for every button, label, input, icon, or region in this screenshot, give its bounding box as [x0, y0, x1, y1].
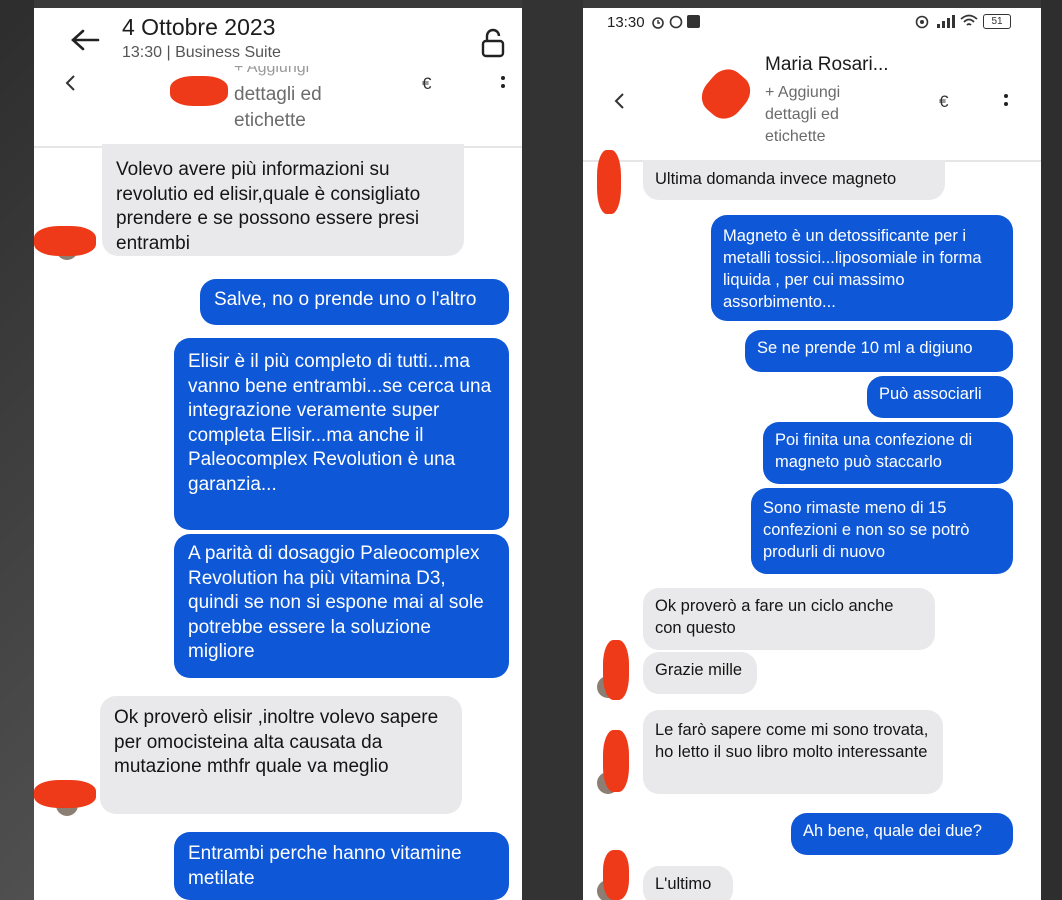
chevron-left-icon[interactable] — [64, 74, 76, 92]
redacted-name — [170, 76, 228, 106]
contact-name: Maria Rosari... — [765, 54, 889, 75]
message-incoming: Volevo avere più informazioni su revolut… — [102, 144, 464, 256]
add-details-line3[interactable]: etichette — [765, 128, 825, 146]
linkedin-icon — [687, 15, 700, 28]
contact-hint-line2[interactable]: etichette — [234, 110, 306, 132]
message-incoming: L'ultimo — [643, 866, 733, 900]
message-outgoing: A parità di dosaggio Paleocomplex Revolu… — [174, 534, 509, 678]
redacted-avatar — [694, 62, 758, 126]
add-details[interactable]: + Aggiungi — [765, 84, 840, 102]
alarm-icon — [651, 15, 665, 29]
redacted-avatar — [603, 850, 629, 900]
signal-icon — [935, 14, 955, 28]
message-outgoing: Salve, no o prende uno o l'altro — [200, 279, 509, 325]
redacted-avatar — [603, 640, 629, 700]
message-outgoing: Se ne prende 10 ml a digiuno — [745, 330, 1013, 372]
add-details-partial: + Aggiungi — [234, 66, 310, 76]
message-incoming: Grazie mille — [643, 652, 757, 694]
redacted-avatar — [597, 150, 621, 214]
whatsapp-icon — [669, 15, 683, 29]
battery-icon: 51 — [983, 14, 1011, 29]
left-header: 4 Ottobre 2023 13:30 | Business Suite + … — [34, 8, 522, 148]
message-outgoing: Magneto è un detossificante per i metall… — [711, 215, 1013, 321]
redacted-avatar — [34, 780, 96, 808]
message-outgoing: Ah bene, quale dei due? — [791, 813, 1013, 855]
more-menu-icon[interactable] — [500, 74, 506, 94]
message-outgoing: Sono rimaste meno di 15 confezioni e non… — [751, 488, 1013, 574]
background-stripe — [522, 0, 583, 900]
currency-icon[interactable]: € — [422, 74, 431, 94]
message-incoming: Ultima domanda invece magneto — [643, 160, 945, 200]
message-outgoing: Entrambi perche hanno vitamine metilate — [174, 832, 509, 900]
nfc-icon — [915, 15, 929, 29]
subtitle: 13:30 | Business Suite — [122, 44, 281, 61]
currency-icon[interactable]: € — [939, 92, 948, 112]
redacted-avatar — [603, 730, 629, 792]
unlock-icon[interactable] — [480, 28, 506, 58]
contact-hint[interactable]: dettagli ed — [234, 84, 322, 106]
message-outgoing: Elisir è il più completo di tutti...ma v… — [174, 338, 509, 530]
background-stripe — [0, 0, 34, 900]
more-menu-icon[interactable] — [1003, 92, 1009, 112]
left-phone-screenshot: 4 Ottobre 2023 13:30 | Business Suite + … — [34, 8, 522, 900]
back-arrow-icon[interactable] — [70, 28, 100, 52]
right-phone-screenshot: 13:30 51 Maria Rosari... + Aggiungi dett… — [583, 8, 1041, 900]
message-incoming: Ok proverò a fare un ciclo anche con que… — [643, 588, 935, 650]
redacted-avatar — [34, 226, 96, 256]
message-outgoing: Può associarli — [867, 376, 1013, 418]
add-details-line2[interactable]: dettagli ed — [765, 106, 839, 124]
wifi-icon — [960, 14, 978, 28]
battery-level: 51 — [991, 16, 1003, 27]
chevron-left-icon[interactable] — [613, 92, 625, 110]
message-incoming: Le farò sapere come mi sono trovata, ho … — [643, 710, 943, 794]
status-time: 13:30 — [607, 14, 645, 31]
message-incoming: Ok proverò elisir ,inoltre volevo sapere… — [100, 696, 462, 814]
message-outgoing: Poi finita una confezione di magneto può… — [763, 422, 1013, 484]
date-title: 4 Ottobre 2023 — [122, 14, 276, 40]
background-stripe — [1041, 0, 1062, 900]
